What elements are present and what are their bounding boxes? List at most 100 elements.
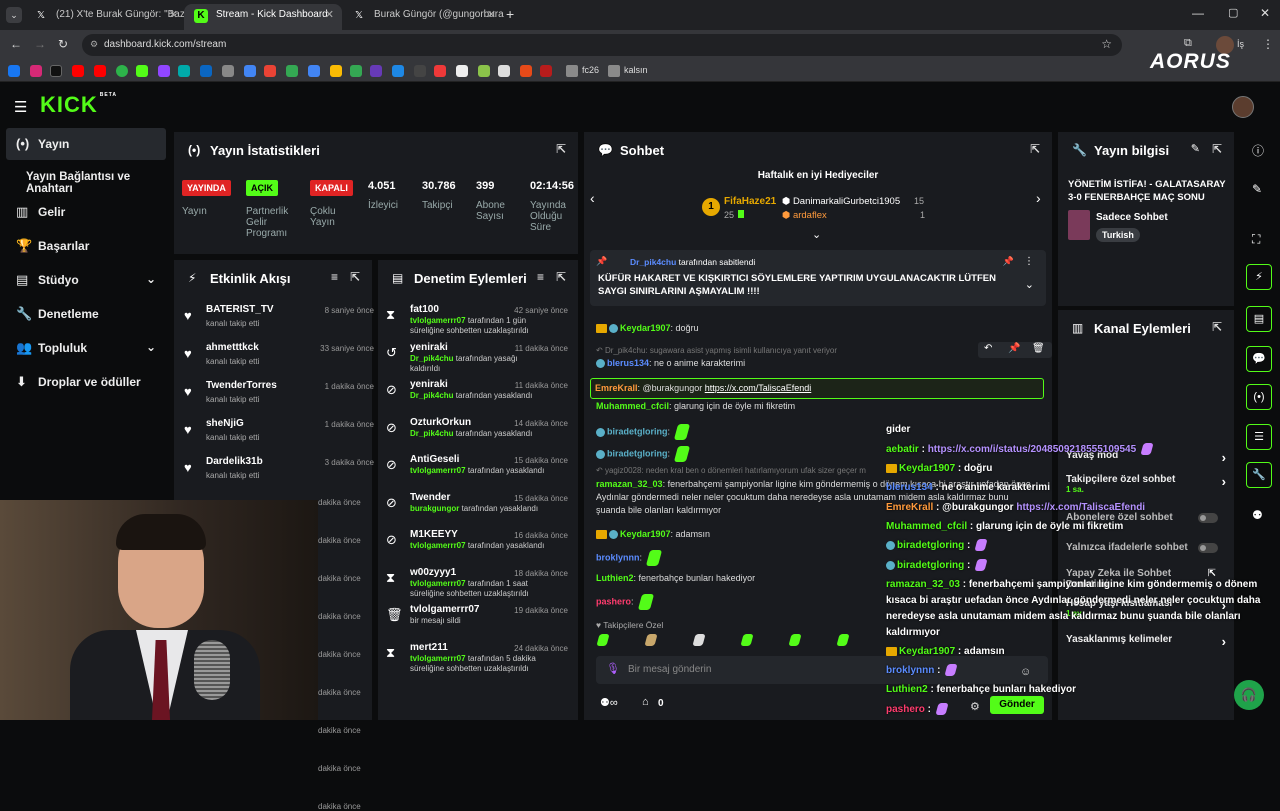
moderation-item[interactable]: ⊘ M1KEEYY tvlolgamerrr07 tarafından yasakl… xyxy=(386,529,576,567)
moderator-name[interactable]: burakgungor xyxy=(410,504,459,513)
app-icon[interactable] xyxy=(244,65,256,77)
close-tab-icon[interactable]: ✕ xyxy=(487,8,496,21)
url-bar[interactable]: ⚙ dashboard.kick.com/stream ☆ xyxy=(82,34,1122,56)
chat-username[interactable]: biradetgloring xyxy=(607,448,668,458)
gifter-name[interactable]: FifaHaze21 xyxy=(724,196,776,207)
sidebar-item-yayin[interactable]: (•) Yayın xyxy=(6,128,166,160)
menu-icon[interactable]: ⋮ xyxy=(1262,37,1274,51)
hamburger-menu-icon[interactable]: ☰ xyxy=(14,98,27,116)
popout-icon[interactable]: ⇱ xyxy=(1030,142,1040,156)
vivaldi-icon[interactable] xyxy=(434,65,446,77)
kick-logo[interactable]: KICK BETA xyxy=(40,92,117,118)
chat-username[interactable]: Keydar1907 xyxy=(620,529,671,539)
moderated-username[interactable]: M1KEEYY xyxy=(410,529,458,540)
moderator-name[interactable]: tvlolgamerrr07 xyxy=(410,654,466,663)
event-username[interactable]: TwenderTorres xyxy=(206,380,277,391)
chat-username[interactable]: Luthien2 xyxy=(596,573,634,583)
sheets-icon[interactable] xyxy=(286,65,298,77)
event-username[interactable]: sheNjiG xyxy=(206,418,244,429)
linkedin-icon[interactable] xyxy=(200,65,212,77)
more-options-icon[interactable]: ⋮ xyxy=(1024,256,1034,267)
fullscreen-icon[interactable]: ⛶ xyxy=(1252,232,1260,247)
app-icon[interactable] xyxy=(456,65,468,77)
moderation-item[interactable]: ⊘ AntiGeseli tvlolgamerrr07 tarafından yas… xyxy=(386,454,576,492)
gifters-next-icon[interactable]: › xyxy=(1036,190,1041,206)
gmail-icon[interactable] xyxy=(264,65,276,77)
activity-event[interactable]: ♥ BATERIST_TV kanalı takip etti 8 saniye ön… xyxy=(184,304,374,342)
tab-list-button[interactable]: ⌄ xyxy=(6,7,22,23)
browser-tab-x-profile[interactable]: 𝕏 Burak Güngör (@gungorburak) ✕ xyxy=(342,4,504,26)
new-tab-button[interactable]: + xyxy=(506,6,514,22)
user-avatar[interactable] xyxy=(1232,96,1254,118)
arrow-icon[interactable] xyxy=(414,65,426,77)
x-bookmark-icon[interactable] xyxy=(50,65,62,77)
app-icon[interactable] xyxy=(540,65,552,77)
moderated-username[interactable]: AntiGeseli xyxy=(410,454,459,465)
sidebar-item-gelir[interactable]: ▥ Gelir xyxy=(6,196,166,228)
collapse-chevron-icon[interactable]: ⌄ xyxy=(812,228,821,241)
moderator-name[interactable]: tvlolgamerrr07 xyxy=(410,316,466,325)
chat-users-icon[interactable]: ⚉∞ xyxy=(600,696,618,709)
popout-icon[interactable]: ⇱ xyxy=(1212,320,1222,334)
moderator-name[interactable]: tvlolgamerrr07 xyxy=(410,541,466,550)
forward-icon[interactable]: → xyxy=(34,37,46,51)
bookmark-star-icon[interactable]: ☆ xyxy=(1101,37,1112,51)
moderator-name[interactable]: tvlolgamerrr07 xyxy=(410,466,466,475)
emote-icon[interactable] xyxy=(596,634,610,646)
chat-message[interactable]: blerus134: ne o anime karakterimi xyxy=(596,357,1036,370)
chat-username[interactable]: Keydar1907 xyxy=(620,323,671,333)
close-tab-icon[interactable]: ✕ xyxy=(169,8,178,21)
moderation-item[interactable]: ⊘ OzturkOrkun Dr_pik4chu tarafından yasakl… xyxy=(386,417,576,455)
event-username[interactable]: BATERIST_TV xyxy=(206,304,274,315)
extensions-icon[interactable]: ⧉ xyxy=(1184,37,1192,50)
app-icon[interactable] xyxy=(520,65,532,77)
minimize-button[interactable]: — xyxy=(1192,6,1204,20)
sidebar-item-denetleme[interactable]: 🔧 Denetleme xyxy=(6,298,166,330)
kick-bookmark-icon[interactable] xyxy=(136,65,148,77)
browser-tab-x-post[interactable]: 𝕏(21) X'te Burak Güngör: "Bazı şe✕ xyxy=(24,4,186,26)
info-icon[interactable]: ⓘ xyxy=(1252,142,1264,159)
chat-username[interactable]: broklynnn xyxy=(596,552,640,562)
docs-icon[interactable] xyxy=(308,65,320,77)
moderator-name[interactable]: tvlolgamerrr07 xyxy=(410,579,466,588)
chest-icon[interactable]: ⌂ xyxy=(642,696,649,708)
notes-shortcut-icon[interactable]: ▤ xyxy=(1246,306,1272,332)
microphone-icon[interactable]: 🎙 xyxy=(606,662,620,675)
chat-message[interactable]: Keydar1907: doğru xyxy=(596,322,1036,335)
edit-icon[interactable]: ✎ xyxy=(1191,142,1200,155)
moderator-name[interactable]: Dr_pik4chu xyxy=(410,429,454,438)
app-icon[interactable] xyxy=(478,65,490,77)
activity-event[interactable]: ♥ ahmetttkck kanalı takip etti 33 saniye ön… xyxy=(184,342,374,380)
chat-link[interactable]: https://x.com/TaliscaEfendi xyxy=(705,383,812,393)
moderation-item[interactable]: ↺ yeniraki Dr_pik4chu tarafından yasağı ka… xyxy=(386,342,576,380)
chat-username[interactable]: blerus134 xyxy=(607,358,649,368)
filter-icon[interactable]: ≡ xyxy=(331,270,338,284)
moderated-username[interactable]: yeniraki xyxy=(410,379,448,390)
app-icon[interactable] xyxy=(178,65,190,77)
unpin-icon[interactable]: 📌 xyxy=(1003,256,1014,267)
moderated-username[interactable]: tvlolgamerrr07 xyxy=(410,604,479,615)
moderation-item[interactable]: ⧗ w00zyyy1 tvlolgamerrr07 tarafından 1 saa… xyxy=(386,567,576,605)
sidebar-item-studyo[interactable]: ▤ Stüdyo ⌄ xyxy=(6,264,166,296)
bookmark-folder-kalsin[interactable]: kalsın xyxy=(624,65,648,75)
category-name[interactable]: Sadece Sohbet xyxy=(1096,212,1168,223)
restore-button[interactable]: ▢ xyxy=(1228,6,1238,19)
close-window-button[interactable]: ✕ xyxy=(1260,6,1270,20)
popout-icon[interactable]: ⇱ xyxy=(556,270,566,284)
app-icon[interactable] xyxy=(350,65,362,77)
chat-message[interactable]: Muhammed_cfcil: glarung için de öyle mi … xyxy=(596,400,1036,413)
lightning-shortcut-icon[interactable]: ⚡ xyxy=(1246,264,1272,290)
drop-icon[interactable] xyxy=(116,65,128,77)
moderation-item[interactable]: 🗑 tvlolgamerrr07 bir mesajı sildi 19 dakika… xyxy=(386,604,576,642)
emote-icon[interactable] xyxy=(692,634,706,646)
edit-pencil-icon[interactable]: ✎ xyxy=(1252,182,1262,196)
app-icon[interactable] xyxy=(222,65,234,77)
twitch-icon[interactable] xyxy=(158,65,170,77)
chat-username[interactable]: ramazan_32_03 xyxy=(596,479,663,489)
youtube-icon[interactable] xyxy=(94,65,106,77)
instagram-icon[interactable] xyxy=(30,65,42,77)
emote-icon[interactable] xyxy=(740,634,754,646)
event-username[interactable]: ahmetttkck xyxy=(206,342,259,353)
chat-username[interactable]: biradetgloring xyxy=(607,426,668,436)
moderated-username[interactable]: Twender xyxy=(410,492,450,503)
